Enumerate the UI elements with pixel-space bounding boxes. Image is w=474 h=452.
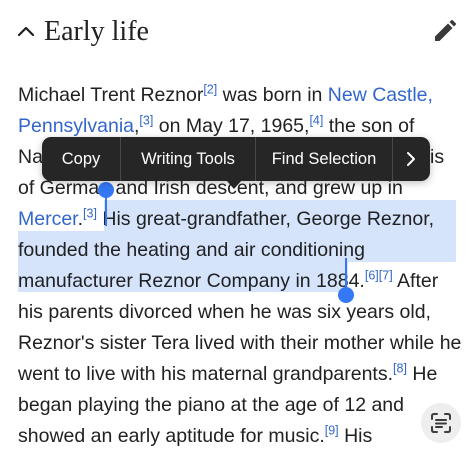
text-line: Reznor's sister Tera lived with their mo… (18, 328, 461, 359)
chevron-up-icon[interactable] (14, 20, 38, 44)
reference-link[interactable]: [9] (325, 424, 339, 438)
text-span: showed an early aptitude for music. (18, 425, 325, 447)
text-span: He (406, 363, 438, 385)
text-line: went to live with his maternal grandpare… (18, 359, 437, 390)
chevron-right-icon[interactable] (393, 137, 429, 181)
text-line: showed an early aptitude for music.[9] H… (18, 421, 372, 452)
text-line: began playing the piano at the age of 12… (18, 390, 404, 421)
reference-link[interactable]: [8] (393, 362, 407, 376)
link-pennsylvania[interactable]: Pennsylvania (18, 115, 134, 137)
reference-link[interactable]: [6] (365, 269, 379, 283)
article-paragraph: Michael Trent Reznor[2] was born in New … (0, 64, 474, 450)
text-span: After (392, 270, 439, 292)
text-line: founded the heating and air conditioning (18, 235, 365, 266)
section-header: Early life (0, 0, 474, 64)
text-span: his parents divorced when he was six yea… (18, 301, 431, 323)
section-title: Early life (44, 16, 149, 47)
text-line-partial-right: is (430, 142, 444, 173)
text-scan-button[interactable] (421, 403, 461, 443)
text-line: Michael Trent Reznor[2] was born in New … (18, 80, 433, 111)
text-line: Mercer.[3] His great-grandfather, George… (18, 204, 434, 235)
text-line-partial-left: Na (18, 142, 43, 173)
text-span: is (430, 146, 445, 168)
text-selection-context-menu: Copy Writing Tools Find Selection (42, 137, 430, 181)
menu-item-copy[interactable]: Copy (42, 137, 120, 181)
selected-text: manufacturer Reznor Company in 1884. (18, 270, 365, 292)
reference-link[interactable]: [2] (203, 83, 217, 97)
text-line: his parents divorced when he was six yea… (18, 297, 431, 328)
pencil-icon[interactable] (430, 18, 458, 46)
link-new-castle[interactable]: New Castle, (328, 84, 433, 106)
text-span: Na (18, 146, 43, 168)
selected-text: founded the heating and air conditioning (18, 239, 365, 261)
reference-link[interactable]: [7] (379, 269, 393, 283)
reference-link[interactable]: [3] (83, 207, 97, 221)
reference-link[interactable]: [4] (309, 114, 323, 128)
text-span: went to live with his maternal grandpare… (18, 363, 394, 385)
text-span: Reznor's sister Tera lived with their mo… (18, 332, 462, 354)
menu-item-find-selection[interactable]: Find Selection (256, 137, 392, 181)
text-span: His (338, 425, 373, 447)
selected-text: His great-grandfather, George Reznor, (96, 208, 435, 230)
reference-link[interactable]: [3] (139, 114, 153, 128)
context-menu-pointer (226, 180, 242, 189)
link-mercer[interactable]: Mercer (18, 208, 78, 230)
text-span: on May 17, 1965, (153, 115, 310, 137)
text-span: the son of (323, 115, 415, 137)
text-span: was born in (217, 84, 328, 106)
text-line: manufacturer Reznor Company in 1884.[6][… (18, 266, 438, 297)
text-span: began playing the piano at the age of 12… (18, 394, 404, 416)
menu-item-writing-tools[interactable]: Writing Tools (121, 137, 255, 181)
text-span: Michael Trent Reznor (18, 84, 204, 106)
